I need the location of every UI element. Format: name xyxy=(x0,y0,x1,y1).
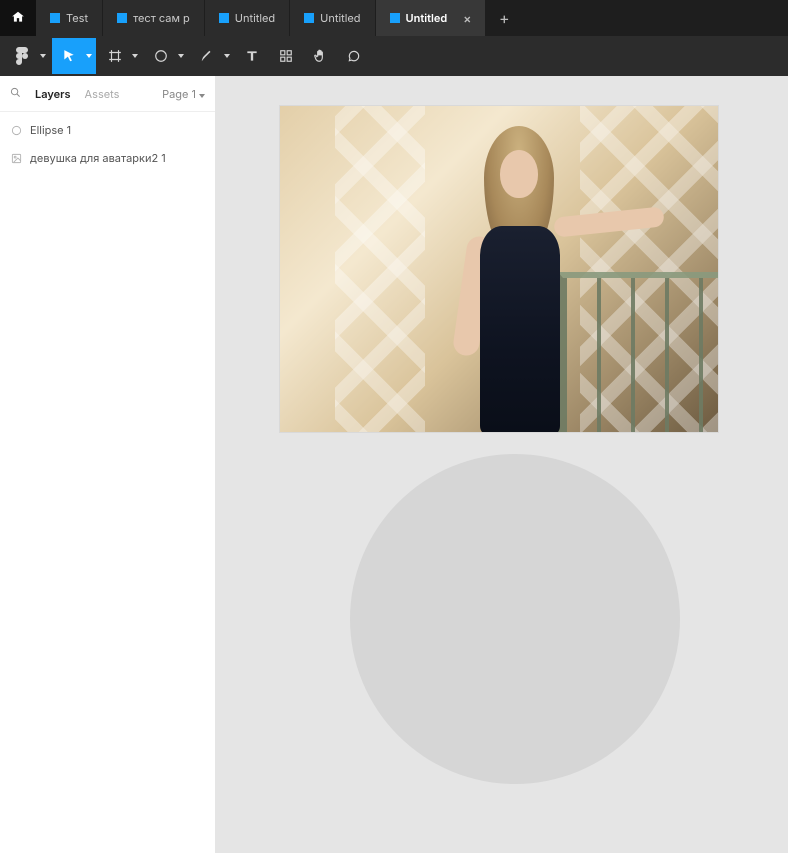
chevron-down-icon xyxy=(40,54,46,58)
chevron-down-icon xyxy=(224,54,230,58)
page-selector[interactable]: Page 1 xyxy=(162,87,205,101)
file-tab-label: Untitled xyxy=(406,11,448,25)
layer-label: Ellipse 1 xyxy=(30,123,71,137)
move-tool[interactable] xyxy=(52,38,96,74)
document-icon xyxy=(390,13,400,23)
file-tab-0[interactable]: Test xyxy=(36,0,103,36)
document-icon xyxy=(219,13,229,23)
figma-logo-icon xyxy=(16,47,28,65)
layer-label: девушка для аватарки2 1 xyxy=(30,151,166,165)
pen-tool[interactable] xyxy=(190,38,234,74)
new-tab-button[interactable]: + xyxy=(486,0,522,36)
home-icon xyxy=(11,10,25,27)
file-tab-label: тест сам р xyxy=(133,11,190,25)
tab-bar: Test тест сам р Untitled Untitled Untitl… xyxy=(0,0,788,36)
chevron-down-icon xyxy=(86,54,92,58)
toolbar xyxy=(0,36,788,76)
assets-tab[interactable]: Assets xyxy=(85,87,120,101)
hand-tool[interactable] xyxy=(304,38,336,74)
file-tab-2[interactable]: Untitled xyxy=(205,0,290,36)
plus-icon: + xyxy=(499,8,510,28)
document-icon xyxy=(304,13,314,23)
shape-tool[interactable] xyxy=(144,38,188,74)
page-label: Page 1 xyxy=(162,87,196,101)
frame-icon xyxy=(108,49,122,63)
layers-panel: Layers Assets Page 1 Ellipse 1 девушка д… xyxy=(0,76,216,853)
main-menu-button[interactable] xyxy=(6,38,50,74)
file-tab-label: Untitled xyxy=(320,11,360,25)
canvas-image-layer[interactable] xyxy=(280,106,718,432)
close-tab-button[interactable]: × xyxy=(463,11,471,26)
layers-tab[interactable]: Layers xyxy=(35,87,71,101)
layer-item-image[interactable]: девушка для аватарки2 1 xyxy=(0,144,215,172)
home-tab[interactable] xyxy=(0,0,36,36)
chevron-down-icon xyxy=(132,54,138,58)
text-tool[interactable] xyxy=(236,38,268,74)
canvas-ellipse-layer[interactable] xyxy=(350,454,680,784)
image-icon xyxy=(10,153,22,164)
file-tab-1[interactable]: тест сам р xyxy=(103,0,205,36)
comment-tool[interactable] xyxy=(338,38,370,74)
file-tab-label: Test xyxy=(66,11,88,25)
layer-list: Ellipse 1 девушка для аватарки2 1 xyxy=(0,112,215,176)
panel-header: Layers Assets Page 1 xyxy=(0,76,215,112)
main-area: Layers Assets Page 1 Ellipse 1 девушка д… xyxy=(0,76,788,853)
resources-tool[interactable] xyxy=(270,38,302,74)
file-tab-4[interactable]: Untitled × xyxy=(376,0,487,36)
ellipse-icon xyxy=(154,49,168,63)
file-tab-label: Untitled xyxy=(235,11,275,25)
document-icon xyxy=(50,13,60,23)
comment-icon xyxy=(347,49,361,63)
search-icon[interactable] xyxy=(10,87,21,101)
pen-icon xyxy=(200,49,214,63)
file-tab-3[interactable]: Untitled xyxy=(290,0,375,36)
photo-figure xyxy=(430,116,610,432)
document-icon xyxy=(117,13,127,23)
chevron-down-icon xyxy=(178,54,184,58)
layer-item-ellipse[interactable]: Ellipse 1 xyxy=(0,116,215,144)
resources-icon xyxy=(279,49,293,63)
cursor-icon xyxy=(62,49,76,63)
frame-tool[interactable] xyxy=(98,38,142,74)
chevron-down-icon xyxy=(199,87,205,101)
ellipse-icon xyxy=(10,125,22,136)
text-icon xyxy=(245,49,259,63)
canvas[interactable] xyxy=(216,76,788,853)
hand-icon xyxy=(313,49,327,63)
